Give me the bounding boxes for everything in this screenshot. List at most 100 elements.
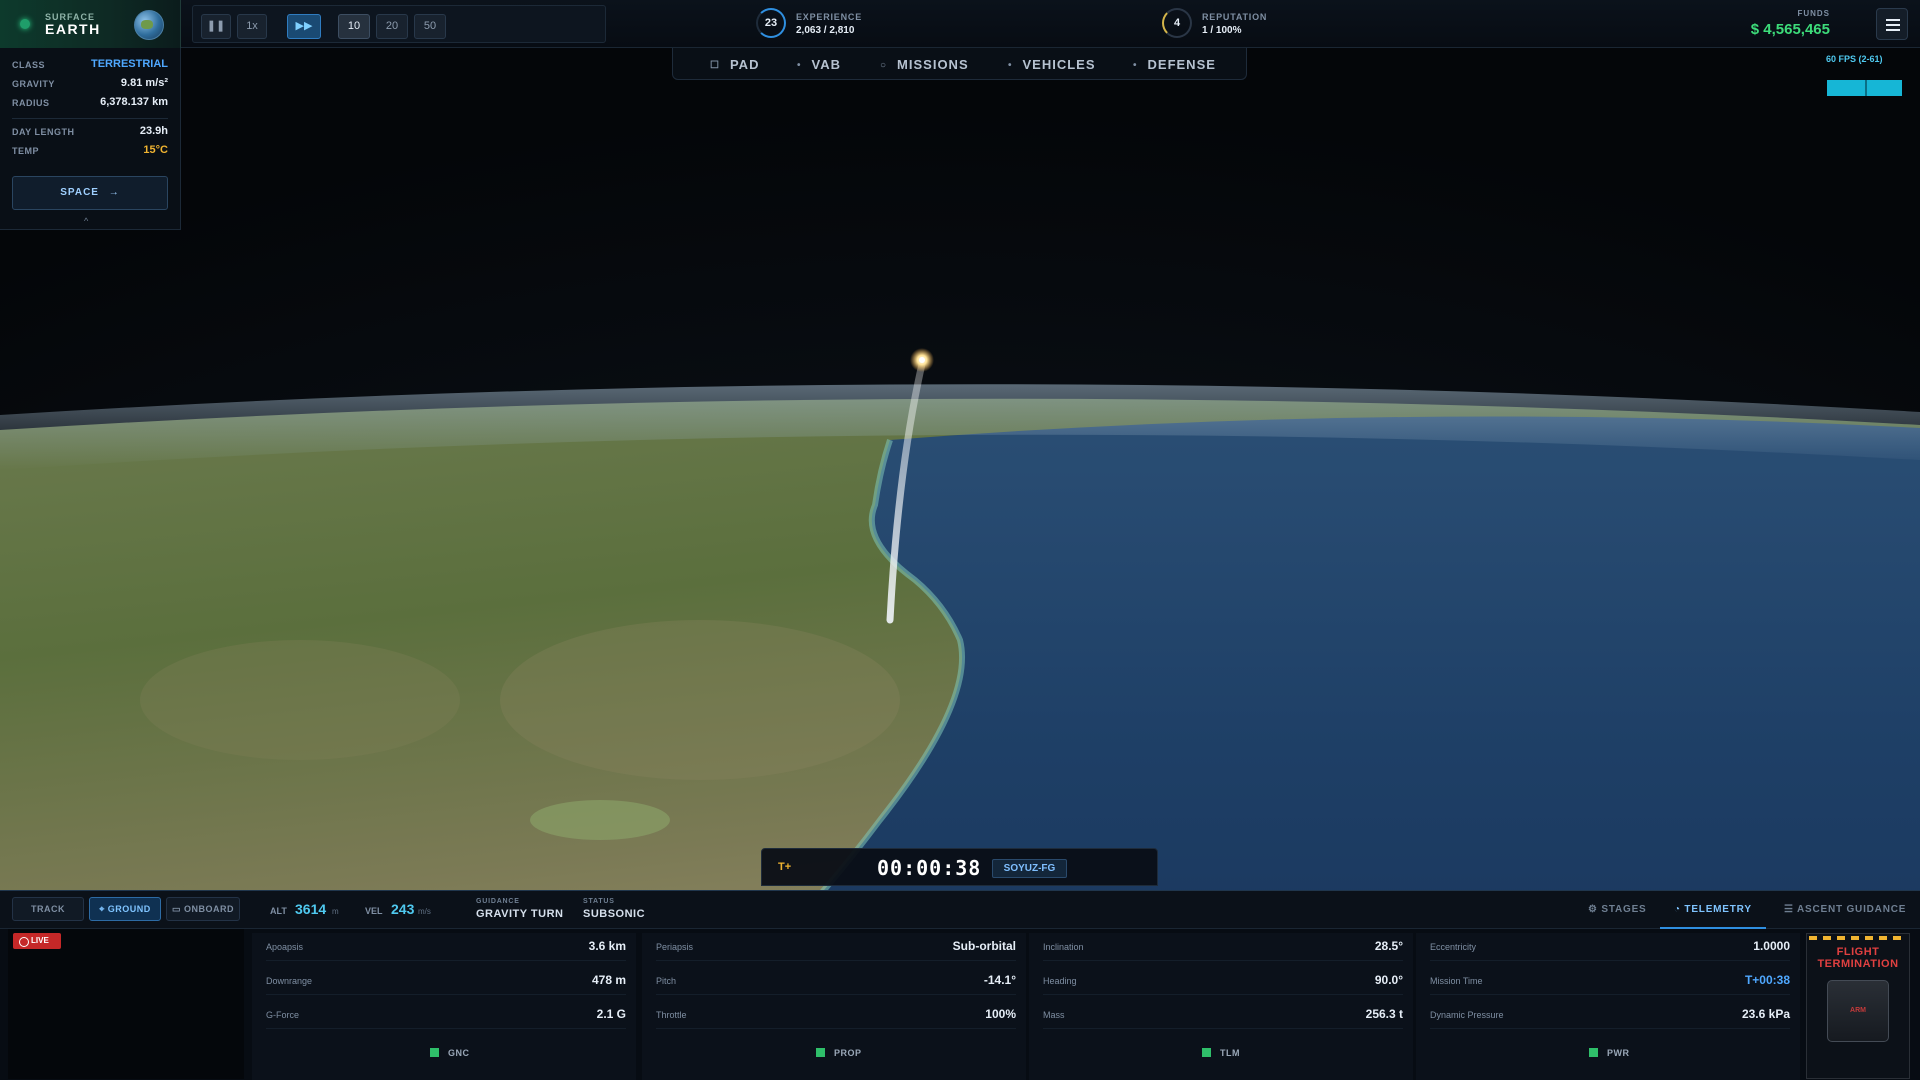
gauge-icon: ◔ (1674, 904, 1685, 915)
gravity-label: GRAVITY (12, 79, 55, 89)
earth-globe-icon (134, 10, 164, 40)
tab-missions[interactable]: ○ MISSIONS (880, 57, 969, 72)
time-controls: ❚❚ 1x ▶▶ 10 20 50 (192, 5, 606, 43)
fps-label: 60 FPS (2-61) (1826, 54, 1883, 64)
vel-label: VEL (365, 906, 383, 916)
speed-20-button[interactable]: 20 (376, 14, 408, 39)
system-status-gnc: GNC (430, 1048, 470, 1058)
planet-info-panel: CLASS TERRESTRIAL GRAVITY 9.81 m/s² RADI… (0, 48, 181, 230)
temp-label: TEMP (12, 146, 40, 156)
camera-tab-ground-label: GROUND (107, 904, 151, 914)
speed-10-button[interactable]: 10 (338, 14, 370, 39)
telemetry-cell-throttle: Throttle 100% (656, 1001, 1016, 1029)
class-row: CLASS TERRESTRIAL (12, 57, 168, 73)
vel-unit: m/s (418, 907, 431, 916)
planet-selector[interactable]: SURFACE EARTH (0, 0, 181, 48)
planet-name: EARTH (45, 21, 101, 37)
downrange-label: Downrange (266, 976, 313, 986)
location-pin-icon: ⌖ (99, 904, 108, 914)
mass-value: 256.3 t (1365, 1007, 1403, 1021)
eccentricity-value: 1.0000 (1753, 939, 1790, 953)
reputation-ring: 4 (1162, 8, 1192, 38)
reputation-value: 1 / 100% (1202, 25, 1242, 36)
eccentricity-label: Eccentricity (1430, 942, 1477, 952)
guidance-value: GRAVITY TURN (476, 908, 564, 920)
telemetry-cell-heading: Heading 90.0° (1043, 967, 1403, 995)
tab-pad[interactable]: ☐ PAD (710, 57, 759, 72)
camera-icon: ▭ (171, 904, 184, 914)
collapse-panel-icon[interactable]: ^ (84, 216, 88, 226)
fps-meter: 60 FPS (2-61) (1826, 54, 1904, 102)
camera-tab-ground[interactable]: ⌖ GROUND (89, 897, 161, 921)
tab-stages-label: STAGES (1601, 904, 1647, 915)
telemetry-cell-mission-time: Mission Time T+00:38 (1430, 967, 1790, 995)
telemetry-cell-dynamic-pressure: Dynamic Pressure 23.6 kPa (1430, 1001, 1790, 1029)
tab-ascent-guidance[interactable]: ☰ ASCENT GUIDANCE (1784, 891, 1906, 929)
square-icon: ☐ (710, 60, 720, 71)
arm-button[interactable]: ARM (1827, 980, 1889, 1042)
alt-unit: m (332, 907, 339, 916)
pause-icon: ❚❚ (206, 20, 226, 32)
tab-vehicles-label: VEHICLES (1022, 57, 1096, 72)
tab-vab-label: VAB (811, 57, 841, 72)
funds-label: FUNDS (1797, 9, 1830, 18)
periapsis-value: Sub-orbital (952, 939, 1016, 953)
tab-stages[interactable]: ⚙ STAGES (1588, 891, 1647, 929)
inclination-value: 28.5° (1374, 939, 1403, 953)
space-button[interactable]: SPACE → (12, 176, 168, 210)
space-button-label: SPACE (60, 187, 99, 198)
downrange-value: 478 m (591, 973, 626, 987)
camera-tab-onboard-label: ONBOARD (184, 904, 234, 914)
throttle-value: 100% (985, 1007, 1016, 1021)
telemetry-cell-periapsis: Periapsis Sub-orbital (656, 933, 1016, 961)
speed-1x-button[interactable]: 1x (237, 14, 267, 39)
system-pwr-label: PWR (1607, 1048, 1630, 1058)
system-status-prop: PROP (816, 1048, 862, 1058)
experience-stat[interactable]: 23 EXPERIENCE 2,063 / 2,810 (756, 8, 916, 40)
g-force-value: 2.1 G (596, 1007, 626, 1021)
camera-tab-onboard[interactable]: ▭ ONBOARD (166, 897, 240, 921)
speed-50-button[interactable]: 50 (414, 14, 446, 39)
vel-value: 243 (391, 901, 415, 917)
telemetry-column: Periapsis Sub-orbital Pitch -14.1° Throttl… (642, 933, 1026, 1080)
day-length-value: 23.9h (139, 125, 168, 137)
tab-vehicles[interactable]: • VEHICLES (1008, 57, 1096, 72)
experience-label: EXPERIENCE (796, 12, 863, 22)
status-ok-icon (1202, 1048, 1211, 1057)
main-nav: ☐ PAD • VAB ○ MISSIONS • VEHICLES • DEFENSE (672, 48, 1247, 80)
radius-label: RADIUS (12, 98, 50, 108)
hazard-stripe (1809, 936, 1907, 940)
live-badge: LIVE (13, 933, 61, 949)
class-label: CLASS (12, 60, 46, 70)
camera-feed[interactable] (8, 929, 244, 1079)
day-length-row: DAY LENGTH 23.9h (12, 124, 168, 140)
telemetry-column: Inclination 28.5° Heading 90.0° Mass 256.3 … (1029, 933, 1413, 1080)
mission-time-value: T+00:38 (1744, 973, 1790, 987)
throttle-label: Throttle (656, 1010, 687, 1020)
tab-ascent-guidance-label: ASCENT GUIDANCE (1796, 904, 1907, 915)
fast-forward-button[interactable]: ▶▶ (287, 14, 321, 39)
alt-label: ALT (270, 906, 287, 916)
camera-tab-track[interactable]: TRACK (12, 897, 84, 921)
telemetry-cell-g-force: G-Force 2.1 G (266, 1001, 626, 1029)
tab-defense[interactable]: • DEFENSE (1133, 57, 1216, 72)
tab-vab[interactable]: • VAB (797, 57, 841, 72)
tab-telemetry[interactable]: ◔ TELEMETRY (1660, 891, 1766, 929)
vehicle-badge[interactable]: SOYUZ-FG (992, 859, 1067, 878)
status-label: STATUS (583, 898, 615, 905)
guidance-label: GUIDANCE (476, 898, 520, 905)
fps-graph (1827, 80, 1902, 96)
day-length-label: DAY LENGTH (12, 127, 75, 137)
mass-label: Mass (1043, 1010, 1065, 1020)
telemetry-column: Eccentricity 1.0000 Mission Time T+00:38 D… (1416, 933, 1800, 1080)
mission-elapsed-time: 00:00:38 (877, 856, 982, 880)
list-icon: ☰ (1784, 904, 1797, 915)
funds-display: FUNDS $ 4,565,465 (1751, 9, 1830, 38)
menu-button[interactable] (1876, 8, 1908, 40)
telemetry-cell-pitch: Pitch -14.1° (656, 967, 1016, 995)
tab-defense-label: DEFENSE (1147, 57, 1216, 72)
g-force-label: G-Force (266, 1010, 300, 1020)
system-status-tlm: TLM (1202, 1048, 1240, 1058)
reputation-stat[interactable]: 4 REPUTATION 1 / 100% (1162, 8, 1322, 40)
pause-button[interactable]: ❚❚ (201, 14, 231, 39)
